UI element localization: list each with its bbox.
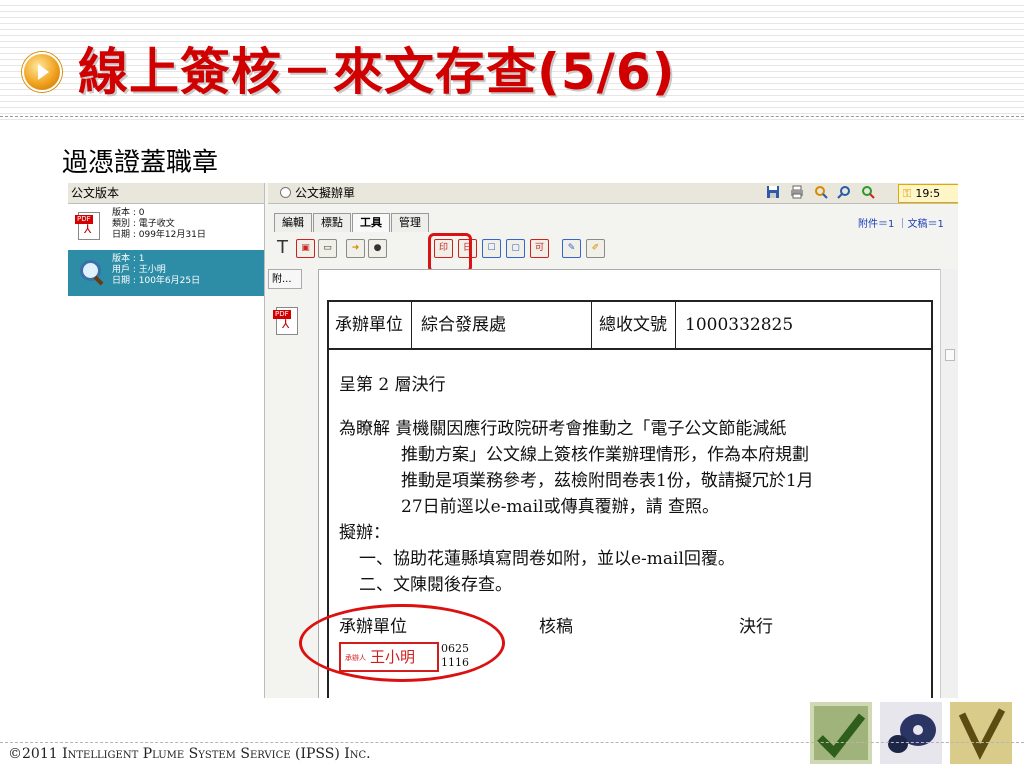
version-user: 用戶 : 王小明: [112, 265, 166, 275]
sign-label-review: 核稿: [539, 617, 573, 637]
body-line: 推動是項業務參考，茲檢附問卷表1份，敬請擬冗於1月: [401, 471, 814, 491]
radio-icon[interactable]: [280, 187, 291, 198]
document-panel-header: 公文擬辦單 ⚿ 19:5: [268, 183, 958, 204]
user-find-icon[interactable]: [861, 185, 876, 199]
document-pdf-icon[interactable]: PDF ⅄: [273, 307, 298, 337]
stamp-highlight-oval: [299, 604, 505, 682]
highlight-box: [428, 233, 472, 273]
version-item-0[interactable]: PDF ⅄ 版本 : 0 類別 : 電子收文 日期 : 099年12月31日: [68, 204, 264, 250]
time-display: 19:5: [915, 187, 941, 200]
proposal-item: 一、協助花蓮縣填寫問卷如附，並以e-mail回覆。: [359, 549, 735, 569]
title-row: 線上簽核－來文存查(5/6): [0, 0, 1024, 118]
tools-toolbar: T ▣ ▭ ➜ ● 印 日 ☐ ▢ 可 ✎ ✐: [272, 233, 956, 273]
number-value: 1000332825: [685, 315, 794, 335]
version-item-1[interactable]: 版本 : 1 用戶 : 王小明 日期 : 100年6月25日: [68, 250, 264, 296]
document-header-table: 承辦單位 綜合發展處 總收文號 1000332825: [327, 300, 933, 350]
footer-divider: [0, 742, 1024, 743]
search-icon[interactable]: [837, 185, 851, 199]
version-number: 版本 : 0: [112, 208, 145, 218]
time-box: ⚿ 19:5: [898, 184, 958, 203]
number-label: 總收文號: [599, 315, 667, 335]
unit-label: 承辦單位: [335, 315, 403, 335]
user-search-icon[interactable]: [814, 185, 828, 199]
seal-icon[interactable]: ●: [368, 239, 387, 258]
image-stamp-icon[interactable]: ▭: [318, 239, 337, 258]
document-body: 呈第 2 層決行 為瞭解 貴機關因應行政院研考會推動之「電子公文節能減紙 推動方…: [299, 350, 933, 698]
body-line: 為瞭解 貴機關因應行政院研考會推動之「電子公文節能減紙: [339, 419, 787, 439]
proposal-item: 二、文陳閱後存查。: [359, 575, 512, 595]
red-stamp-icon[interactable]: ▣: [296, 239, 315, 258]
title-divider: [0, 116, 1024, 117]
version-date: 日期 : 100年6月25日: [112, 276, 201, 286]
version-date: 日期 : 099年12月31日: [112, 230, 206, 240]
print-icon[interactable]: [790, 185, 804, 199]
version-panel: 公文版本 PDF ⅄ 版本 : 0 類別 : 電子收文 日期 : 099年12月3…: [68, 183, 265, 698]
text-icon[interactable]: T: [274, 239, 291, 257]
pdf-icon: PDF ⅄: [75, 212, 104, 240]
body-line: 推動方案」公文線上簽核作業辦理情形，作為本府規劃: [401, 445, 809, 465]
slide-subtitle: 過憑證蓋職章: [62, 148, 219, 178]
key-icon: ⚿: [903, 187, 912, 200]
app-screenshot: 公文版本 PDF ⅄ 版本 : 0 類別 : 電子收文 日期 : 099年12月3…: [68, 183, 958, 698]
blue-stamp-icon[interactable]: ☐: [482, 239, 501, 258]
eraser-icon[interactable]: ✐: [586, 239, 605, 258]
magnifier-icon: [78, 258, 104, 286]
pen-thumbnail-icon: [950, 702, 1012, 764]
document-panel: 公文擬辦單 ⚿ 19:5 編輯 標點 工具 管理 附件＝1 ｜文稿＝1 T ▣ ▭ ➜ …: [268, 183, 958, 698]
proposal-label: 擬辦：: [339, 523, 390, 543]
tab-edit[interactable]: 編輯: [274, 213, 312, 232]
document-scrollbar[interactable]: [940, 269, 958, 698]
checkmark-thumbnail-icon: [810, 702, 872, 764]
sign-label-decision: 決行: [739, 617, 773, 637]
version-panel-header: 公文版本: [68, 183, 264, 204]
attachment-info: 附件＝1 ｜文稿＝1: [858, 219, 944, 230]
pen-icon[interactable]: ✎: [562, 239, 581, 258]
document-view: 承辦單位 綜合發展處 總收文號 1000332825 呈第 2 層決行 為瞭解 …: [299, 269, 958, 698]
side-tab-attachments[interactable]: 附...: [268, 269, 302, 289]
play-bullet-icon: [22, 52, 62, 92]
slide-footer: ©2011 Intelligent Plume System Service (…: [8, 746, 371, 762]
red-frame-icon[interactable]: 可: [530, 239, 549, 258]
save-icon[interactable]: [766, 185, 780, 199]
version-type: 類別 : 電子收文: [112, 219, 175, 229]
tab-punctuation[interactable]: 標點: [313, 213, 351, 232]
disc-thumbnail-icon: [880, 702, 942, 764]
unit-value: 綜合發展處: [421, 315, 506, 335]
scroll-thumb[interactable]: [945, 349, 955, 361]
slide-title: 線上簽核－來文存查(5/6): [78, 43, 676, 101]
body-line: 27日前逕以e-mail或傳真覆辦，請 查照。: [401, 497, 719, 517]
document-panel-title: 公文擬辦單: [295, 186, 356, 200]
approval-level: 呈第 2 層決行: [339, 375, 446, 395]
version-number: 版本 : 1: [112, 254, 145, 264]
arrow-right-icon[interactable]: ➜: [346, 239, 365, 258]
header-toolbar: [766, 185, 881, 205]
blue-frame-icon[interactable]: ▢: [506, 239, 525, 258]
tab-tools[interactable]: 工具: [352, 213, 390, 232]
tab-manage[interactable]: 管理: [391, 213, 429, 232]
tab-bar: 編輯 標點 工具 管理: [274, 211, 430, 232]
